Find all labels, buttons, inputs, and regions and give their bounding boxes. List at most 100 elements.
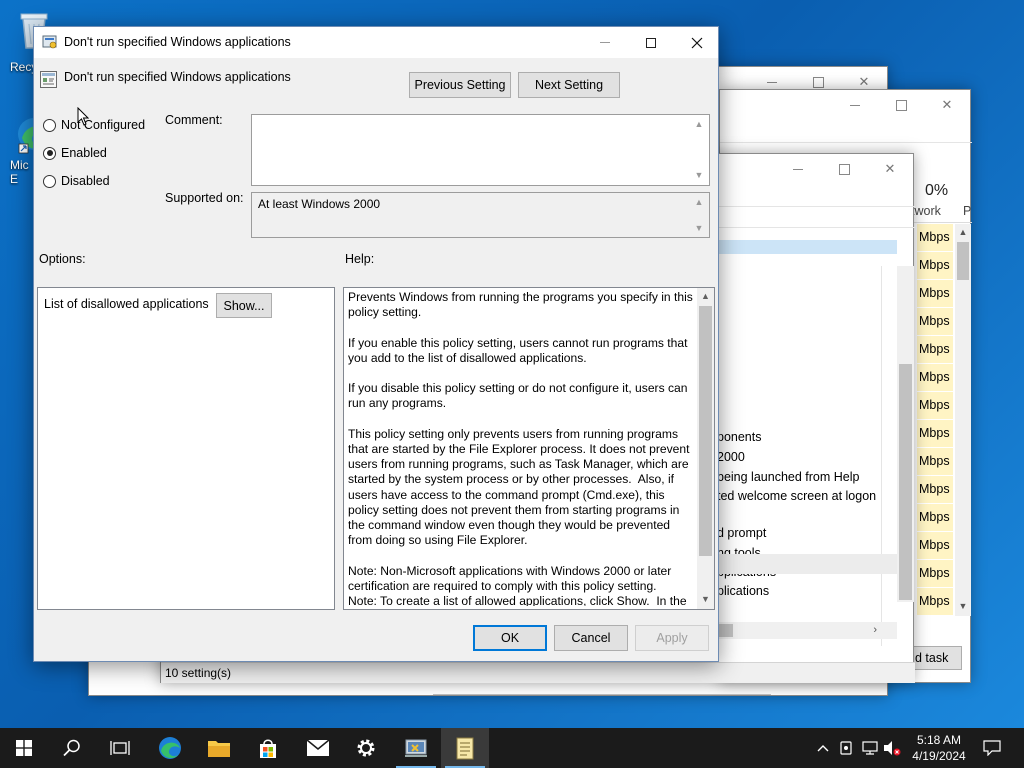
radio-enabled[interactable]: Enabled <box>43 146 107 160</box>
help-scrollbar[interactable]: ▲ ▼ <box>697 288 714 609</box>
file-explorer-icon <box>208 741 230 757</box>
scroll-thumb[interactable] <box>957 242 969 280</box>
supported-on-field: At least Windows 2000 <box>251 192 710 238</box>
task-view-button[interactable] <box>96 728 144 768</box>
notification-icon <box>983 740 1001 756</box>
network-usage-cell: Mbps <box>917 392 953 419</box>
next-setting-button[interactable]: Next Setting <box>518 72 620 98</box>
search-icon <box>63 739 80 757</box>
edge-taskbar-button[interactable] <box>146 728 194 768</box>
file-explorer-button[interactable] <box>195 728 243 768</box>
network-column-header: twork <box>911 204 941 218</box>
policy-list-scrollbar[interactable] <box>897 266 914 602</box>
scroll-thumb[interactable] <box>699 306 712 556</box>
battery-tray-button[interactable] <box>836 728 856 768</box>
store-button[interactable] <box>244 728 292 768</box>
policy-setting-row[interactable]: 2000 <box>717 450 745 464</box>
network-usage-cell: Mbps <box>917 308 953 335</box>
options-pane: List of disallowed applications Show... <box>37 287 335 610</box>
show-button[interactable]: Show... <box>216 293 272 318</box>
taskbar: 5:18 AM 4/19/2024 <box>0 728 1024 768</box>
policy-name: Don't run specified Windows applications <box>64 70 291 84</box>
notepad-icon <box>456 737 474 760</box>
supported-scroll-down-arrow[interactable]: ▼ <box>694 223 704 233</box>
mail-button[interactable] <box>294 728 342 768</box>
network-usage-cell: Mbps <box>917 336 953 363</box>
close-button[interactable] <box>674 27 720 58</box>
show-hidden-icons-button[interactable] <box>814 728 832 768</box>
close-icon <box>691 37 703 48</box>
radio-disabled-label: Disabled <box>61 174 110 188</box>
close-button[interactable]: ✕ <box>924 90 970 120</box>
comment-scroll-down-arrow[interactable]: ▼ <box>694 170 704 180</box>
power-column-header: P <box>963 204 972 218</box>
control-panel-icon <box>405 739 427 757</box>
ok-button[interactable]: OK <box>473 625 547 651</box>
maximize-button[interactable] <box>628 27 674 58</box>
supported-on-label: Supported on: <box>165 191 244 205</box>
dialog-titlebar[interactable]: Don't run specified Windows applications <box>34 27 718 58</box>
radio-not-configured[interactable]: Not Configured <box>43 118 145 132</box>
dialog-title: Don't run specified Windows applications <box>64 35 291 49</box>
volume-tray-button[interactable] <box>882 728 902 768</box>
control-panel-button[interactable] <box>392 728 440 768</box>
clock-time: 5:18 AM <box>916 733 962 747</box>
scroll-down-arrow[interactable]: ▼ <box>697 591 714 607</box>
settings-icon <box>357 739 375 757</box>
scroll-up-arrow[interactable]: ▲ <box>955 224 971 240</box>
end-task-button[interactable]: d task <box>910 646 962 670</box>
minimize-icon <box>600 42 610 43</box>
scroll-up-arrow[interactable]: ▲ <box>697 288 714 304</box>
start-button[interactable] <box>0 728 48 768</box>
radio-button[interactable] <box>43 118 56 132</box>
volume-muted-icon <box>884 741 901 756</box>
help-label: Help: <box>345 252 375 266</box>
device-icon <box>840 741 852 755</box>
policy-setting-dialog[interactable]: Don't run specified Windows applications… <box>33 26 719 662</box>
taskbar-clock[interactable]: 5:18 AM 4/19/2024 <box>902 732 976 764</box>
network-usage-cell: Mbps <box>917 364 953 391</box>
policy-icon <box>40 71 57 88</box>
radio-button-selected[interactable] <box>43 146 56 160</box>
minimize-button[interactable] <box>582 27 628 58</box>
settings-button[interactable] <box>342 728 390 768</box>
clock-date: 4/19/2024 <box>912 749 966 763</box>
notepad-button[interactable] <box>441 728 489 768</box>
supported-scroll-up-arrow[interactable]: ▲ <box>694 197 704 207</box>
network-usage-cell: Mbps <box>917 588 953 615</box>
task-manager-scrollbar[interactable]: ▲ ▼ <box>955 224 971 616</box>
radio-not-configured-label: Not Configured <box>61 118 146 132</box>
cancel-button[interactable]: Cancel <box>554 625 628 651</box>
search-button[interactable] <box>48 728 96 768</box>
chevron-up-icon <box>817 745 829 752</box>
policy-setting-row[interactable]: plications <box>717 584 769 598</box>
horizontal-scrollbar[interactable]: › <box>717 622 897 639</box>
network-usage-cell: Mbps <box>917 532 953 559</box>
radio-enabled-label: Enabled <box>61 146 107 160</box>
policy-setting-row[interactable]: ted welcome screen at logon <box>717 489 876 503</box>
network-usage-cell: Mbps <box>917 448 953 475</box>
policy-settings-list: ponents 2000 being launched from Help ted w… <box>717 154 897 684</box>
start-icon <box>16 740 32 756</box>
policy-setting-row[interactable]: being launched from Help <box>717 470 859 484</box>
previous-setting-button[interactable]: Previous Setting <box>409 72 511 98</box>
scroll-thumb[interactable] <box>899 364 912 600</box>
maximize-button[interactable] <box>878 90 924 120</box>
network-usage-cell: Mbps <box>917 420 953 447</box>
radio-button[interactable] <box>43 174 56 188</box>
action-center-button[interactable] <box>978 728 1006 768</box>
network-icon <box>862 741 878 755</box>
hover-row-highlight <box>717 554 897 574</box>
comment-scroll-up-arrow[interactable]: ▲ <box>694 119 704 129</box>
radio-disabled[interactable]: Disabled <box>43 174 110 188</box>
policy-setting-row[interactable]: d prompt <box>717 526 766 540</box>
window-caption-buttons: ✕ <box>832 90 970 120</box>
scroll-down-arrow[interactable]: ▼ <box>955 598 971 614</box>
network-usage-column: Mbps Mbps Mbps Mbps Mbps Mbps Mbps Mbps Mbps Mbps… <box>917 224 957 615</box>
network-usage-cell: Mbps <box>917 252 953 279</box>
policy-setting-row[interactable]: ponents <box>717 430 761 444</box>
comment-field[interactable] <box>251 114 710 186</box>
minimize-button[interactable] <box>832 90 878 120</box>
scroll-right-arrow[interactable]: › <box>873 622 877 639</box>
network-tray-button[interactable] <box>860 728 880 768</box>
